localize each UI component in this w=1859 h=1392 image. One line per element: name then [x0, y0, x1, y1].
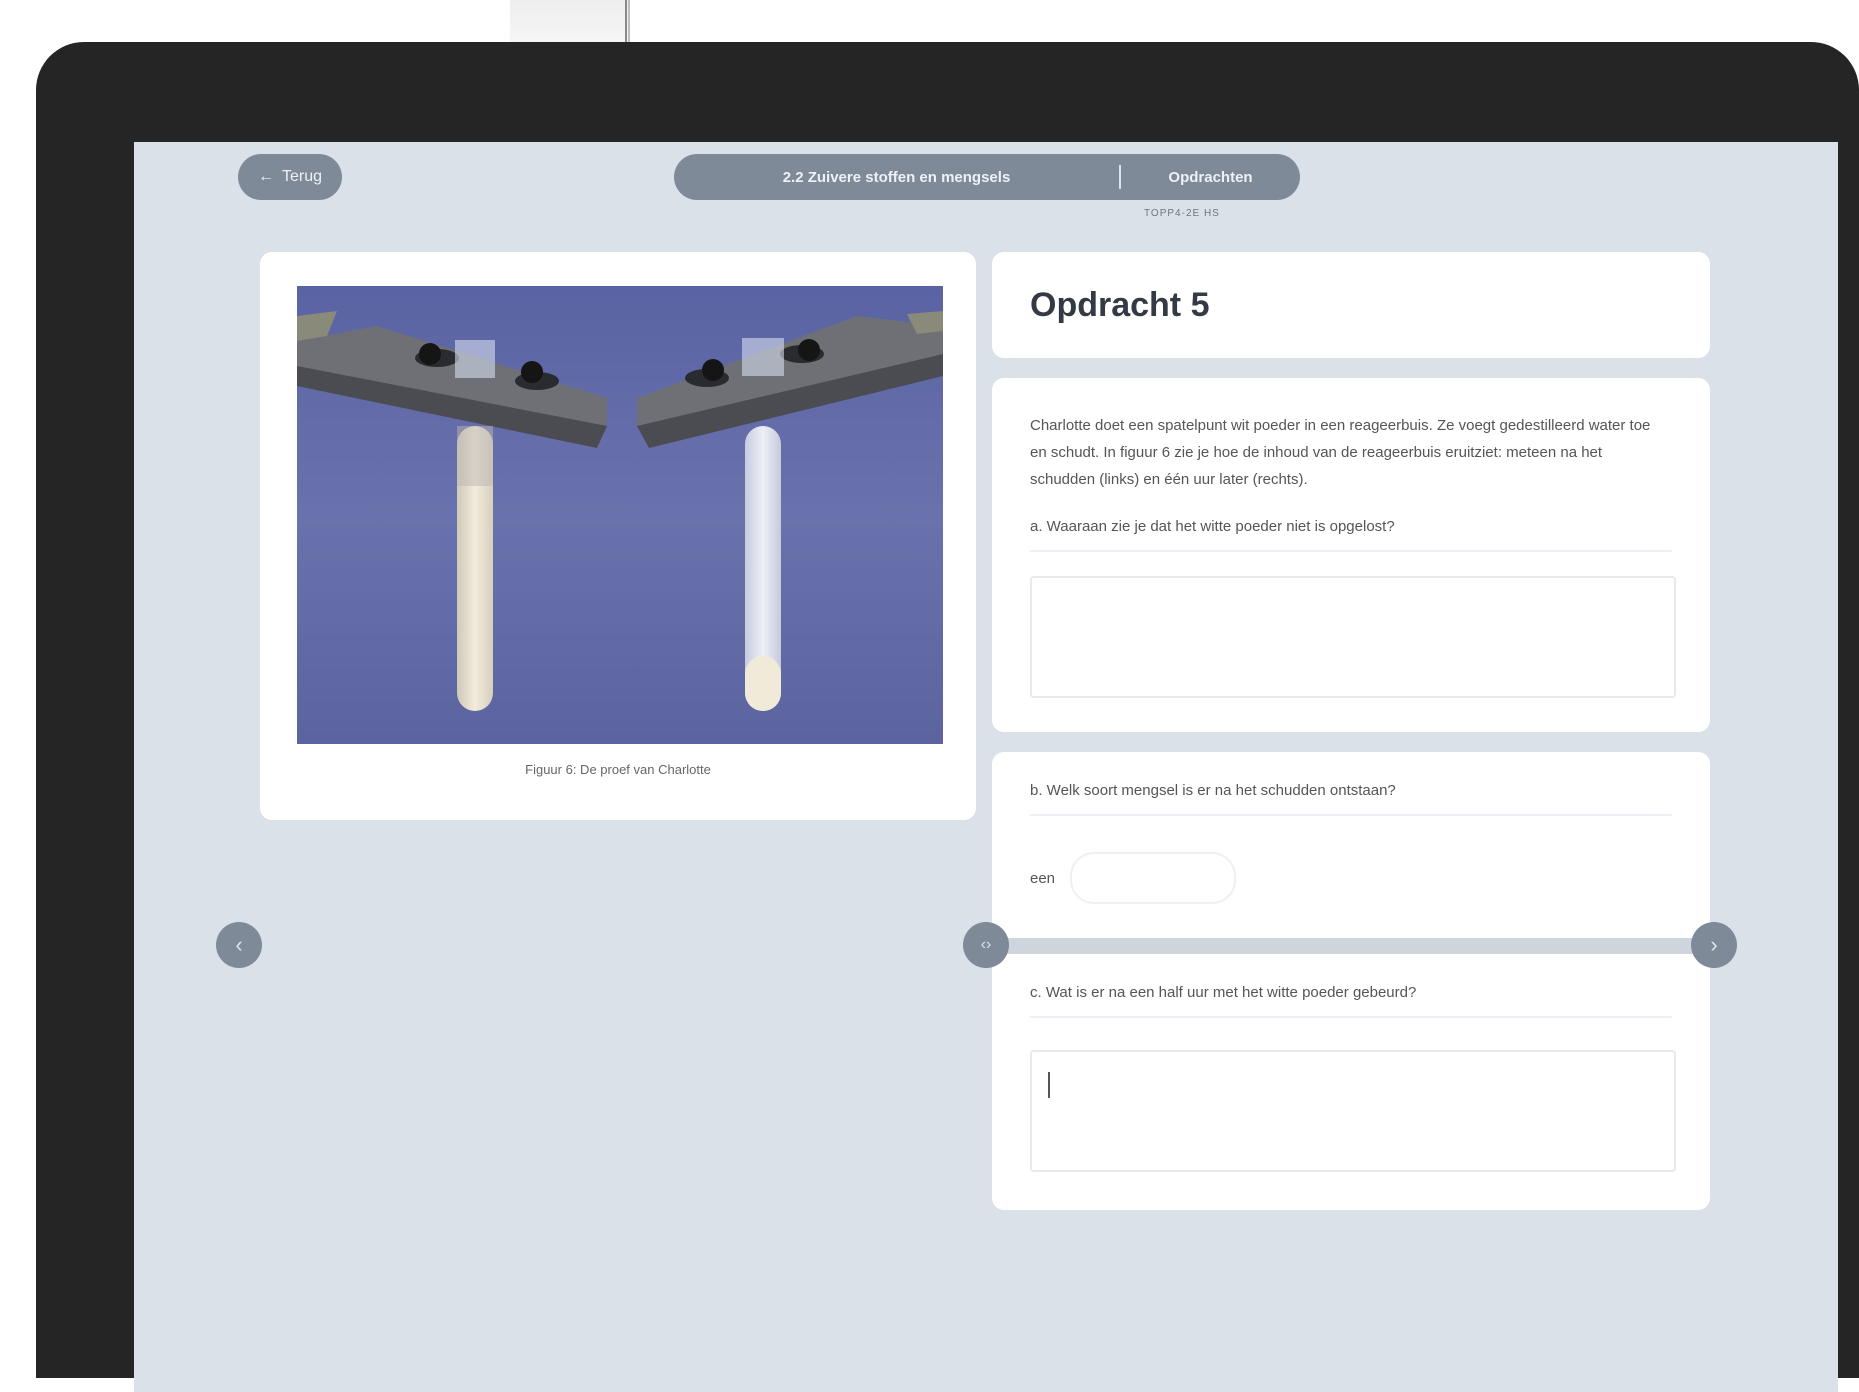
previous-button[interactable]: ‹: [216, 922, 262, 968]
tablet-device: ← Terug 2.2 Zuivere stoffen en mengsels …: [36, 42, 1859, 1392]
arrow-left-icon: ←: [257, 168, 274, 185]
section-code: TOPP4-2E HS: [1144, 208, 1220, 219]
assignment-intro: Charlotte doet een spatelpunt wit poeder…: [1030, 417, 1651, 488]
split-handle-icon: ‹›: [980, 936, 992, 953]
question-a-separator: [1030, 550, 1672, 552]
answer-c-textarea[interactable]: [1030, 1050, 1676, 1172]
figure-caption: Figuur 6: De proef van Charlotte: [525, 762, 711, 777]
question-a-label: a. Waaraan zie je dat het witte poeder n…: [1030, 518, 1395, 535]
answer-b-prefix: een: [1030, 870, 1056, 887]
paper-edge-line: [625, 0, 627, 42]
back-button[interactable]: ← Terug: [238, 154, 342, 200]
question-c-card: c. Wat is er na een half uur met het wit…: [992, 954, 1710, 1210]
chevron-left-icon: ‹: [235, 932, 243, 957]
question-b-separator: [1030, 814, 1672, 816]
paper-background: [510, 0, 630, 42]
app-screen: ← Terug 2.2 Zuivere stoffen en mengsels …: [134, 142, 1838, 1392]
text-cursor: [1048, 1072, 1050, 1098]
breadcrumb: 2.2 Zuivere stoffen en mengsels Opdracht…: [674, 154, 1300, 200]
split-handle-button[interactable]: ‹›: [963, 922, 1009, 968]
question-b-card: b. Welk soort mengsel is er na het schud…: [992, 752, 1710, 940]
question-c-label: c. Wat is er na een half uur met het wit…: [1030, 984, 1417, 1001]
question-c-separator: [1030, 1016, 1672, 1018]
next-button[interactable]: ›: [1691, 922, 1737, 968]
assignment-title: Opdracht 5: [1030, 286, 1210, 324]
back-button-label: Terug: [281, 168, 323, 185]
question-b-label: b. Welk soort mengsel is er na het schud…: [1030, 782, 1396, 799]
split-divider[interactable]: [992, 938, 1710, 954]
answer-a-textarea[interactable]: [1030, 576, 1676, 698]
chevron-right-icon: ›: [1710, 932, 1718, 957]
assignment-title-card: Opdracht 5: [992, 252, 1710, 358]
breadcrumb-section[interactable]: Opdrachten: [1121, 169, 1300, 186]
question-a-card: Charlotte doet een spatelpunt wit poeder…: [992, 378, 1710, 732]
breadcrumb-chapter[interactable]: 2.2 Zuivere stoffen en mengsels: [674, 169, 1119, 186]
experiment-photo: [297, 286, 943, 744]
figure-card: Figuur 6: De proef van Charlotte: [260, 252, 976, 820]
answer-b-input[interactable]: [1070, 852, 1236, 904]
